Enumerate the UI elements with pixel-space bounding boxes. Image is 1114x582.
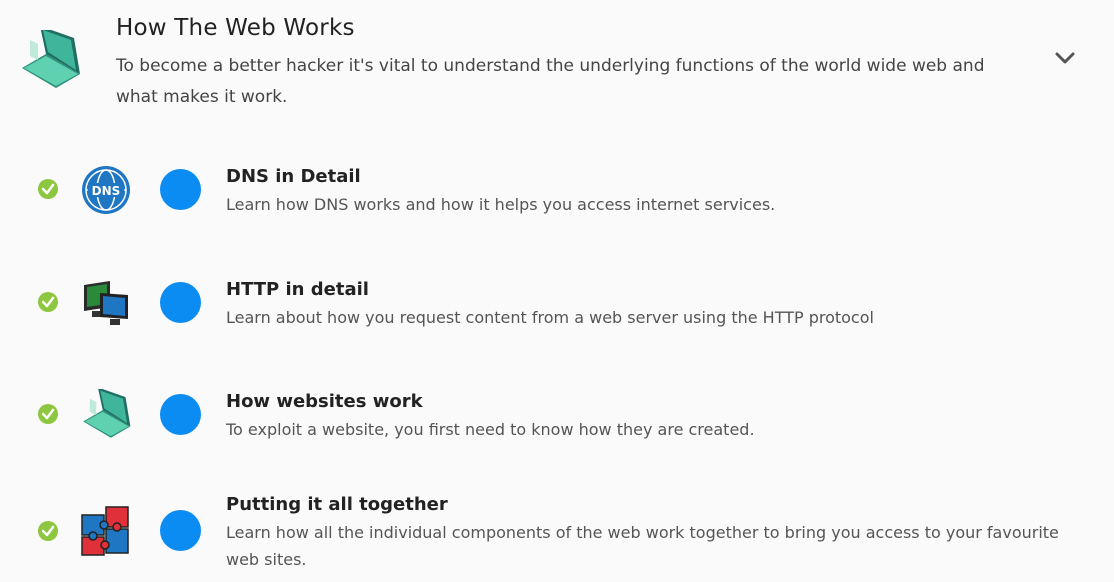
room-title: Putting it all together: [226, 494, 448, 515]
computer-monitors-icon: [84, 281, 128, 325]
room-item-putting-together[interactable]: Putting it all together Learn how all th…: [0, 478, 1114, 582]
check-icon: [38, 521, 58, 541]
dns-globe-icon: DNS: [82, 166, 130, 214]
room-description: Learn how DNS works and how it helps you…: [226, 195, 776, 214]
module-header[interactable]: How The Web Works To become a better hac…: [0, 0, 1114, 130]
room-description: Learn how all the individual components …: [226, 523, 1059, 569]
room-title: DNS in Detail: [226, 166, 361, 187]
status-dot: [160, 169, 201, 210]
check-icon: [38, 292, 58, 312]
svg-text:DNS: DNS: [92, 184, 121, 198]
laptop-icon: [83, 389, 131, 438]
laptop-icon: [22, 30, 80, 88]
status-dot: [160, 394, 201, 435]
module-description: To become a better hacker it's vital to …: [116, 56, 985, 107]
status-dot: [160, 282, 201, 323]
room-title: HTTP in detail: [226, 279, 369, 300]
check-icon: [38, 404, 58, 424]
chevron-down-icon[interactable]: [1054, 49, 1076, 67]
room-description: Learn about how you request content from…: [226, 308, 874, 327]
status-dot: [160, 510, 201, 551]
room-description: To exploit a website, you first need to …: [226, 420, 755, 439]
check-icon: [38, 179, 58, 199]
room-item-http[interactable]: HTTP in detail Learn about how you reque…: [0, 263, 1114, 363]
puzzle-pieces-icon: [81, 506, 129, 556]
room-item-websites[interactable]: How websites work To exploit a website, …: [0, 375, 1114, 475]
room-item-dns[interactable]: DNS DNS in Detail Learn how DNS works an…: [0, 150, 1114, 250]
room-title: How websites work: [226, 391, 423, 412]
module-title: How The Web Works: [116, 15, 355, 41]
